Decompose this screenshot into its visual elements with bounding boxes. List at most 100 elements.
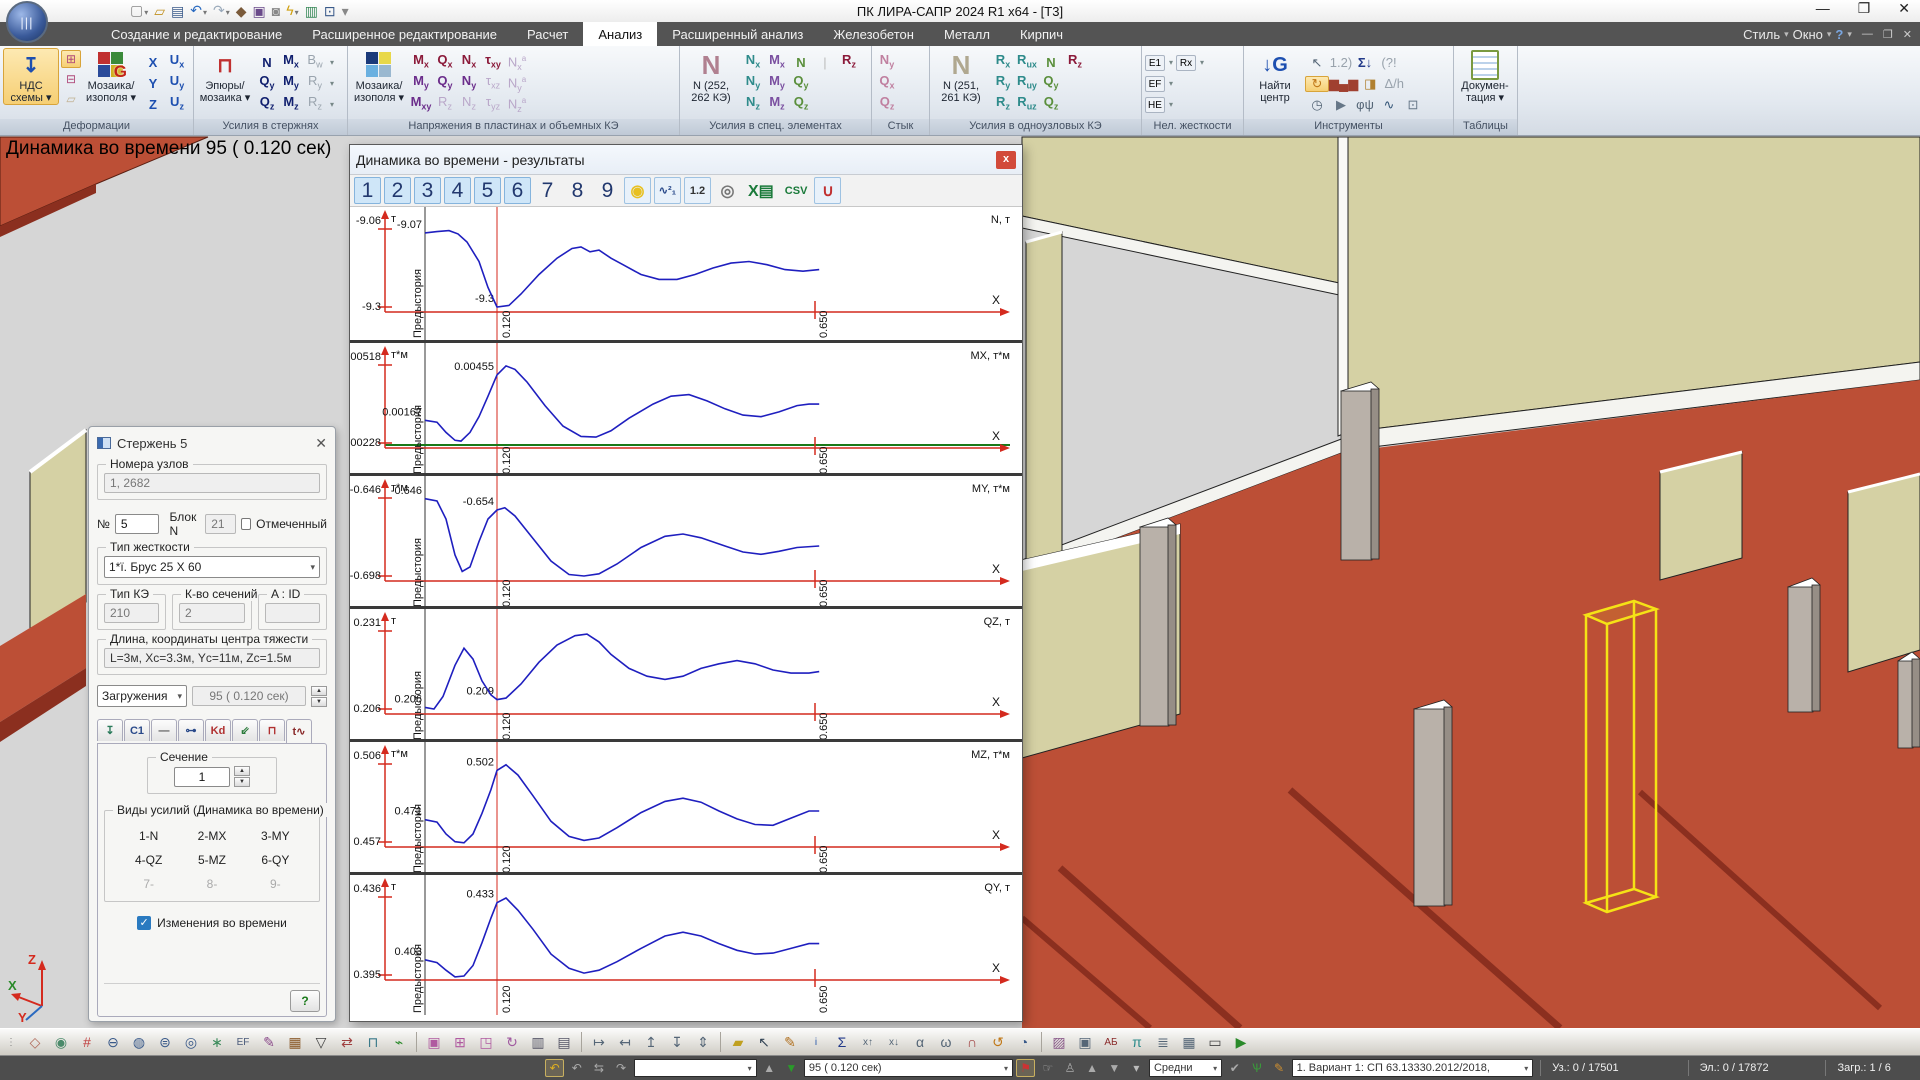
- lock-icon[interactable]: ⊡: [324, 4, 336, 18]
- stiffness-combo[interactable]: 1*ї. Брус 25 X 60▾: [104, 556, 320, 578]
- mosaic-isofields-button[interactable]: GМозаика/изополя ▾: [83, 48, 139, 105]
- tab-hat[interactable]: ⊓: [259, 719, 285, 741]
- section-marker-icon[interactable]: ▰: [726, 1031, 750, 1053]
- up-icon[interactable]: ▲: [1083, 1059, 1102, 1077]
- prev-step-icon[interactable]: ▲: [760, 1059, 779, 1077]
- force-component-button-3[interactable]: 3: [414, 177, 441, 204]
- pen-icon[interactable]: ✎: [1269, 1059, 1288, 1077]
- ribbon-item-▾[interactable]: ▾: [1166, 56, 1176, 70]
- loads-combo[interactable]: Загружения▾: [97, 685, 187, 707]
- ribbon-item-nz[interactable]: Nz: [741, 95, 765, 114]
- smoothing-combo[interactable]: Средни▾: [1149, 1059, 1222, 1077]
- chart-panel-my[interactable]: -0.646т*м-0.698MY, т*м-0.646-0.654Предыс…: [350, 473, 1022, 606]
- nds-schemes-button[interactable]: ↧НДСсхемы ▾: [3, 48, 59, 105]
- ribbon-item-z[interactable]: Z: [141, 98, 165, 112]
- rotate-fragment-icon[interactable]: ↻: [500, 1031, 524, 1053]
- ribbon-item-n[interactable]: N: [1039, 56, 1063, 70]
- force-component-button-5[interactable]: 5: [474, 177, 501, 204]
- ribbon-item-1.2)[interactable]: 1.2): [1329, 56, 1353, 70]
- ribbon-item-τxy[interactable]: τxy: [481, 53, 505, 72]
- time-history-checkbox[interactable]: ✓: [137, 916, 151, 930]
- frame-nodes-icon[interactable]: #: [75, 1031, 99, 1053]
- tab-kd[interactable]: Kd: [205, 719, 231, 741]
- ribbon-item-fz[interactable]: fz: [345, 74, 347, 93]
- pack-box-icon[interactable]: ◆: [236, 4, 247, 18]
- pi-values-icon[interactable]: π: [1125, 1031, 1149, 1053]
- ribbon-item-|[interactable]: |: [813, 56, 837, 70]
- ribbon-item-my[interactable]: My: [409, 74, 433, 93]
- ab-labels-icon[interactable]: АБ: [1099, 1031, 1123, 1053]
- export-excel-icon[interactable]: X▤: [744, 177, 778, 204]
- ribbon-item-▦[interactable]: ▦: [189, 77, 193, 91]
- ribbon-item-nx[interactable]: Nxa: [505, 52, 529, 74]
- ribbon-item-ux[interactable]: Ux: [165, 53, 189, 72]
- ribbon-item-▆▄▆[interactable]: ▆▄▆: [1329, 77, 1358, 91]
- draw-pencil-icon[interactable]: ✎: [778, 1031, 802, 1053]
- select-sphere-icon[interactable]: ◉: [49, 1031, 73, 1053]
- ribbon-window-control[interactable]: ❐: [1883, 28, 1893, 41]
- ribbon-item-mz[interactable]: Mz: [765, 95, 789, 114]
- force-component-button-2[interactable]: 2: [384, 177, 411, 204]
- undo-history-icon[interactable]: ↶: [545, 1059, 564, 1077]
- ribbon-item-fy[interactable]: fy: [345, 53, 347, 72]
- ribbon-item-my[interactable]: My: [765, 74, 789, 93]
- tab-кирпич[interactable]: Кирпич: [1005, 22, 1078, 46]
- ribbon-item-↖[interactable]: ↖: [1305, 56, 1329, 70]
- section-number-input[interactable]: 1: [174, 767, 230, 787]
- panel-close-icon[interactable]: ✕: [315, 435, 327, 452]
- ribbon-item-qy[interactable]: Qy: [255, 74, 279, 93]
- tab-c1[interactable]: C1: [124, 719, 150, 741]
- ribbon-item-▶[interactable]: ▶: [1329, 98, 1353, 112]
- undo-view-icon[interactable]: ↺: [986, 1031, 1010, 1053]
- down-icon[interactable]: ▼: [1105, 1059, 1124, 1077]
- funnel-icon[interactable]: ▽: [309, 1031, 333, 1053]
- chart-panel-mz[interactable]: 0.506т*м0.457MZ, т*м0.4710.502Предыстори…: [350, 739, 1022, 872]
- ribbon-window-control[interactable]: ✕: [1903, 28, 1912, 41]
- lightbulb-icon[interactable]: ◉: [624, 177, 651, 204]
- ribbon-item-n[interactable]: N: [255, 56, 279, 70]
- redo-icon[interactable]: ↷▾: [213, 3, 230, 20]
- ribbon-item-▾[interactable]: ▾: [327, 56, 337, 70]
- marked-checkbox[interactable]: [241, 518, 251, 530]
- open-file-icon[interactable]: ▱: [154, 4, 165, 18]
- tab-расчет[interactable]: Расчет: [512, 22, 583, 46]
- fragment-top-icon[interactable]: ◳: [474, 1031, 498, 1053]
- ribbon-item-uy[interactable]: Uy: [165, 74, 189, 93]
- ribbon-item-e1[interactable]: E1: [1145, 55, 1165, 71]
- ribbon-item-nz[interactable]: Nza: [505, 94, 529, 116]
- ribbon-item-◨[interactable]: ◨: [1358, 77, 1382, 91]
- palette-icon[interactable]: ▨: [1047, 1031, 1071, 1053]
- ribbon-item-qy[interactable]: Qy: [1039, 74, 1063, 93]
- save-file-icon[interactable]: ▤: [171, 4, 184, 18]
- ribbon-item-qz[interactable]: Qz: [789, 95, 813, 114]
- ribbon-item-nz[interactable]: Nz: [457, 95, 481, 114]
- magnet-curve-icon[interactable]: ∪: [814, 177, 841, 204]
- ribbon-item-▾[interactable]: ▾: [327, 77, 337, 91]
- export-csv-icon[interactable]: CSV: [781, 177, 812, 204]
- ribbon-item-w[interactable]: W: [189, 56, 193, 70]
- ribbon-item-mx[interactable]: Mx: [765, 53, 789, 72]
- overflow-icon[interactable]: ▾: [342, 4, 349, 18]
- flip-icon[interactable]: ⇄: [335, 1031, 359, 1053]
- ribbon-item-he[interactable]: HE: [1145, 97, 1165, 113]
- chart-panel-mx[interactable]: 0.00518т*м0.000228MX, т*м0.001670.00455П…: [350, 340, 1022, 473]
- ribbon-item-qy[interactable]: Qy: [433, 74, 457, 93]
- ribbon-item-⊡[interactable]: ⊡: [1401, 98, 1425, 112]
- pan-right-icon[interactable]: ↦: [587, 1031, 611, 1053]
- stress-mosaic-button[interactable]: Мозаика/изополя ▾: [351, 48, 407, 105]
- ribbon-item-my[interactable]: My: [279, 74, 303, 93]
- pan-both-icon[interactable]: ⇕: [691, 1031, 715, 1053]
- menu-окно[interactable]: Окно: [1793, 27, 1823, 42]
- chart-scale-21-icon[interactable]: ∿²₁: [654, 177, 681, 204]
- force-component-button-6[interactable]: 6: [504, 177, 531, 204]
- snapshot-camera-icon[interactable]: ◎: [714, 177, 741, 204]
- chart-panel-qz[interactable]: 0.231т0.206QZ, т0.2060.209Предыстория0.1…: [350, 606, 1022, 739]
- ribbon-item-◷[interactable]: ◷: [1305, 98, 1329, 112]
- ribbon-item-ny[interactable]: Ny: [875, 53, 899, 72]
- grass-icon[interactable]: Ѱ: [1247, 1059, 1266, 1077]
- hand-icon[interactable]: ☞: [1038, 1059, 1057, 1077]
- fragment-add-icon[interactable]: ⊞: [448, 1031, 472, 1053]
- minimize-button[interactable]: —: [1816, 0, 1830, 17]
- ribbon-item-rz[interactable]: Rz: [837, 53, 861, 72]
- tab-time[interactable]: t∿: [286, 719, 312, 743]
